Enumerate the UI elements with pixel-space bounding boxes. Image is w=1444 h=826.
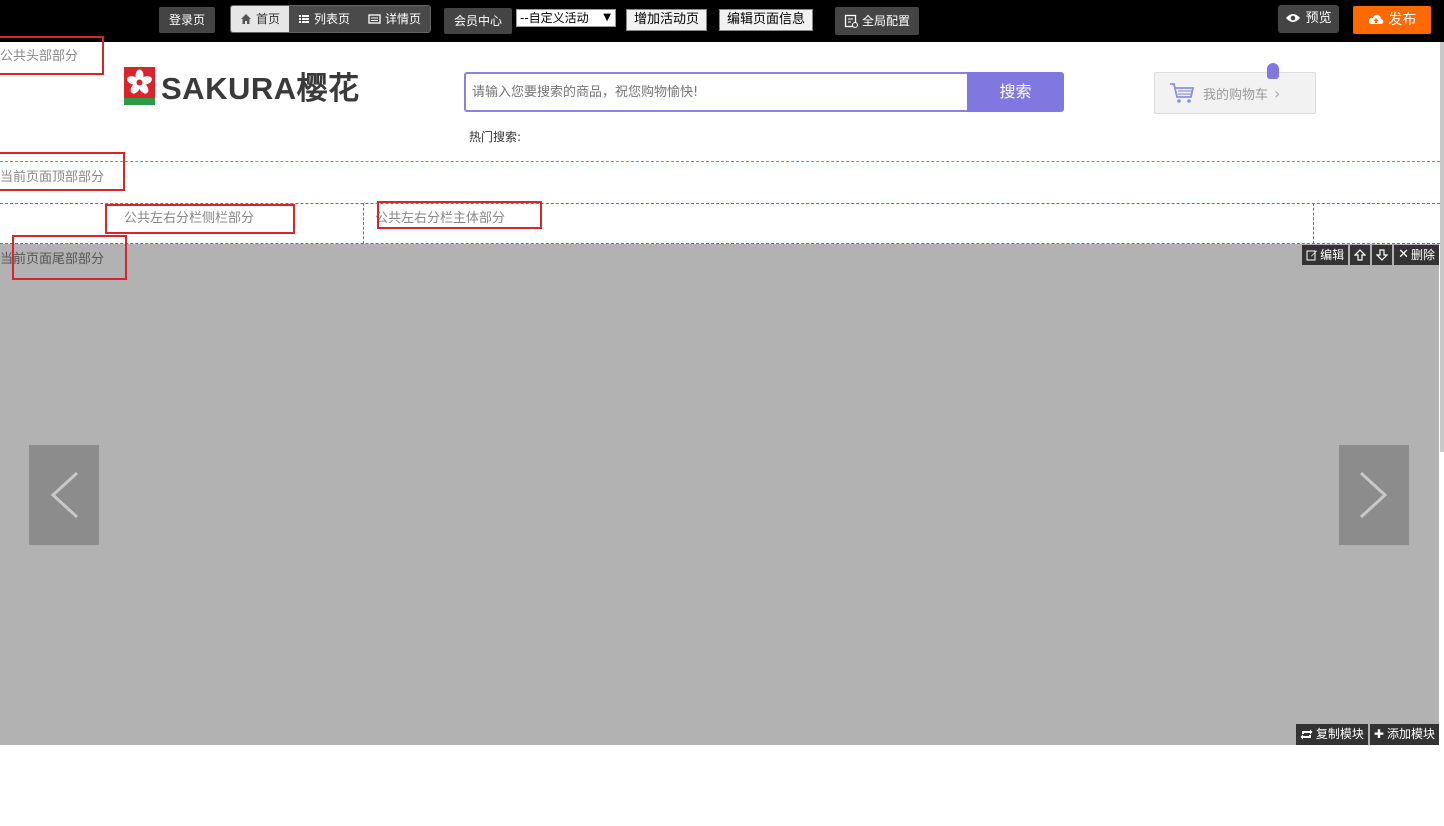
cart-icon (1170, 83, 1195, 103)
public-header-outline (0, 36, 104, 75)
login-page-button[interactable]: 登录页 (159, 7, 216, 33)
tab-detail-label: 详情页 (385, 12, 422, 26)
activity-select[interactable]: --自定义活动 ▼ (516, 9, 616, 27)
close-icon: ✕ (1398, 247, 1409, 262)
member-center-button[interactable]: 会员中心 (444, 8, 513, 34)
edit-page-info-button[interactable]: 编辑页面信息 (719, 9, 814, 31)
plus-icon: ✚ (1373, 727, 1384, 741)
edit-icon (1306, 250, 1318, 261)
main-outline (377, 201, 542, 229)
search-input[interactable] (464, 72, 967, 112)
tab-home-label: 首页 (256, 12, 281, 26)
global-config-button[interactable]: 全局配置 (835, 7, 920, 35)
arrow-up-icon (1354, 249, 1367, 261)
add-activity-page-button[interactable]: 增加活动页 (626, 9, 708, 31)
module-edit-button[interactable]: 编辑 (1302, 245, 1349, 265)
tab-home[interactable]: 首页 (231, 6, 290, 32)
banner-carousel-module[interactable]: 编辑 ✕ 删除 复制模块 ✚ 添加模块 (0, 244, 1439, 745)
brand-logo[interactable]: SAKURA樱花 (124, 63, 360, 108)
tab-detail[interactable]: 详情页 (359, 6, 431, 32)
detail-icon (368, 14, 381, 24)
header-divider (0, 161, 1440, 162)
tab-list-label: 列表页 (314, 12, 351, 26)
page-tabs: 首页 列表页 详情页 (230, 5, 432, 33)
tab-list[interactable]: 列表页 (289, 6, 360, 32)
page-footer-outline (12, 235, 127, 280)
arrow-down-icon (1376, 249, 1389, 261)
module-bottom-toolbar: 复制模块 ✚ 添加模块 (1295, 724, 1439, 745)
publish-label: 发布 (1388, 12, 1417, 28)
publish-button[interactable]: 发布 (1353, 6, 1431, 34)
move-down-button[interactable] (1372, 245, 1393, 265)
global-config-label: 全局配置 (862, 14, 911, 28)
module-toolbar: 编辑 ✕ 删除 (1302, 245, 1439, 265)
module-edit-label: 编辑 (1320, 248, 1345, 262)
page-scrollbar[interactable] (1440, 42, 1444, 452)
carousel-next-button[interactable] (1339, 445, 1409, 545)
chevron-left-icon (50, 471, 79, 519)
cart-label: 我的购物车 (1203, 87, 1269, 103)
editor-toolbar: 登录页 首页 列表页 详情页 会员中心 --自定义活动 ▼ 增加活动页 编辑页面… (0, 0, 1444, 42)
copy-module-button[interactable]: 复制模块 (1295, 724, 1368, 745)
cloud-upload-icon (1368, 14, 1384, 24)
copy-module-label: 复制模块 (1315, 727, 1364, 741)
config-icon (844, 14, 858, 28)
eye-icon (1286, 14, 1301, 22)
sidebar-outline (105, 204, 295, 234)
search-button[interactable]: 搜索 (967, 72, 1064, 112)
dropdown-arrow-icon: ▼ (603, 12, 611, 23)
chevron-right-icon (1359, 471, 1388, 519)
list-icon (299, 15, 310, 23)
shopping-cart-button[interactable]: 我的购物车 › (1154, 63, 1316, 114)
home-icon (241, 14, 251, 24)
preview-label: 预览 (1305, 11, 1332, 26)
chevron-right-icon: › (1274, 83, 1281, 103)
module-delete-button[interactable]: ✕ 删除 (1394, 245, 1439, 265)
cart-count-badge (1267, 63, 1279, 79)
sakura-logo-icon (124, 66, 155, 105)
brand-name: SAKURA樱花 (161, 71, 360, 106)
search-bar: 搜索 (464, 72, 1064, 112)
hot-search-label: 热门搜索: (469, 130, 522, 144)
page-top-outline (0, 152, 125, 191)
module-delete-label: 删除 (1410, 248, 1435, 262)
activity-select-value: --自定义活动 (520, 11, 589, 25)
preview-button[interactable]: 预览 (1278, 5, 1339, 33)
move-up-button[interactable] (1350, 245, 1371, 265)
repeat-icon (1300, 729, 1313, 740)
add-module-button[interactable]: ✚ 添加模块 (1369, 724, 1439, 745)
add-module-label: 添加模块 (1386, 727, 1435, 741)
carousel-prev-button[interactable] (29, 445, 99, 545)
